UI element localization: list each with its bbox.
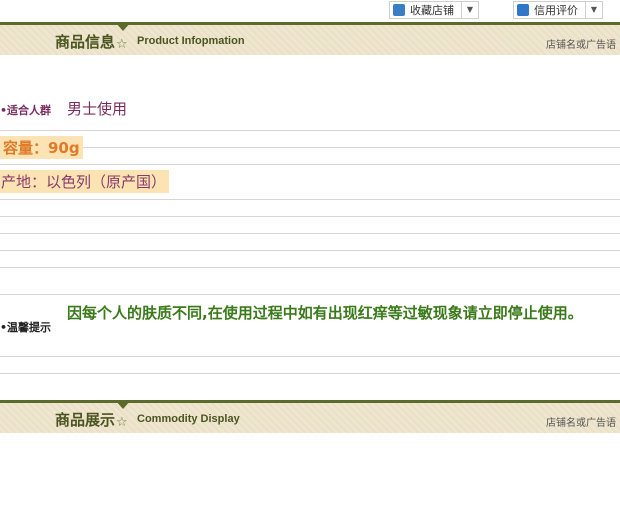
section-title-cn: 商品展示 [55, 411, 116, 429]
capacity-text: 容量：90g [0, 136, 83, 159]
divider [0, 294, 620, 295]
divider [0, 373, 620, 374]
divider [0, 164, 620, 165]
audience-value: 男士使用 [67, 100, 128, 118]
product-info-header: 商品信息 ☆ Product Infopmation 店铺名或广告语 [0, 22, 620, 55]
header-notch [115, 400, 131, 409]
star-icon: ☆ [116, 415, 128, 430]
star-icon: ☆ [116, 37, 128, 52]
shop-slogan: 店铺名或广告语 [546, 418, 616, 429]
favorite-label: 收藏店铺 [410, 4, 454, 17]
favorite-icon [393, 4, 405, 16]
section-title-cn: 商品信息 [55, 33, 116, 51]
origin-text: 产地：以色列（原产国） [0, 170, 170, 193]
section-title-en: Commodity Display [137, 413, 240, 425]
divider [0, 356, 620, 357]
divider [0, 250, 620, 251]
divider [0, 199, 620, 200]
divider [0, 130, 620, 131]
favorite-shop-button[interactable]: 收藏店铺 ▼ [389, 1, 479, 19]
credit-label: 信用评价 [534, 4, 578, 17]
tips-text: 因每个人的肤质不同,在使用过程中如有出现红痒等过敏现象请立即停止使用。 [67, 304, 583, 322]
section-title-en: Product Infopmation [137, 35, 245, 47]
divider [0, 267, 620, 268]
credit-rating-button[interactable]: 信用评价 ▼ [513, 1, 603, 19]
tips-label: •温馨提示 [0, 321, 52, 334]
commodity-display-header: 商品展示 ☆ Commodity Display 店铺名或广告语 [0, 400, 620, 433]
chevron-down-icon[interactable]: ▼ [461, 2, 478, 18]
header-notch [115, 22, 131, 31]
divider [0, 233, 620, 234]
top-toolbar: 收藏店铺 ▼ 信用评价 ▼ [0, 0, 620, 21]
divider [0, 147, 620, 148]
heart-icon [517, 4, 529, 16]
chevron-down-icon[interactable]: ▼ [585, 2, 602, 18]
audience-label: •适合人群 [0, 104, 52, 117]
shop-slogan: 店铺名或广告语 [546, 40, 616, 51]
divider [0, 216, 620, 217]
